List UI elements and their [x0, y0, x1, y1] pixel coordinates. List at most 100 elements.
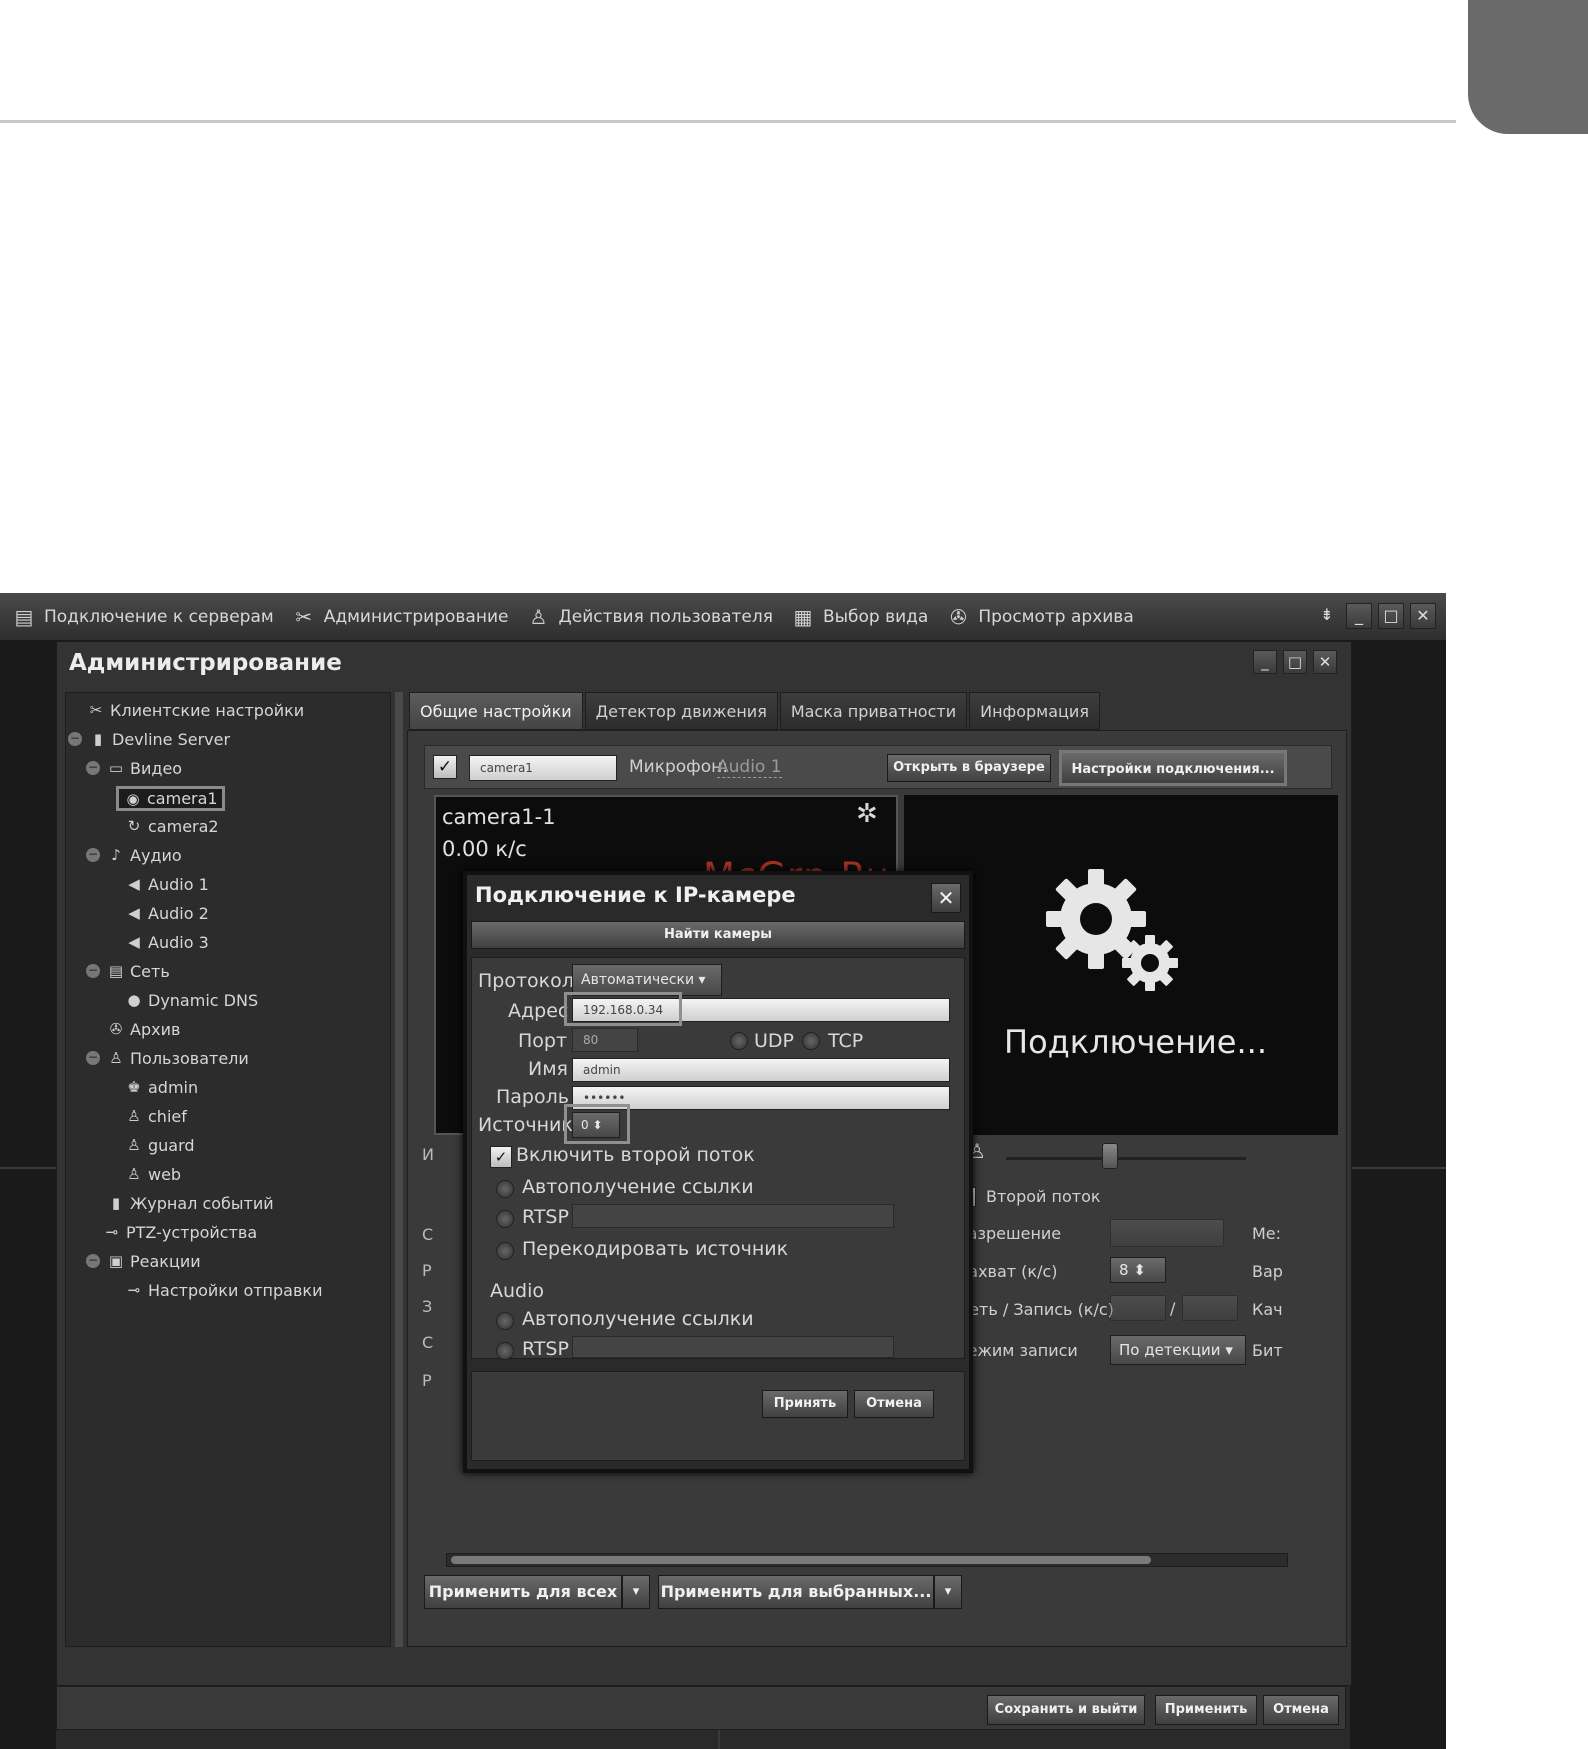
tab-general[interactable]: Общие настройки — [409, 692, 583, 730]
audio-rtsp-url-field[interactable] — [572, 1336, 894, 1358]
apply-selected-button[interactable]: Применить для выбранных... — [658, 1575, 934, 1609]
udp-radio[interactable] — [730, 1032, 748, 1050]
tab-information[interactable]: Информация — [969, 692, 1100, 730]
background-video-right — [1350, 641, 1446, 1749]
mic-label: Микрофон: — [629, 757, 728, 777]
dialog-apply-button[interactable]: Принять — [762, 1390, 848, 1418]
tree-item-reactions[interactable]: − ▣ Реакции — [86, 1248, 201, 1274]
send-icon: ⊸ — [127, 1281, 141, 1299]
tree-item-user-admin[interactable]: ♚ admin — [124, 1074, 198, 1100]
tree-item-camera2[interactable]: ↻ camera2 — [124, 813, 219, 839]
hidden-label-fragment: Р — [422, 1261, 432, 1280]
apply-button[interactable]: Применить — [1155, 1695, 1257, 1725]
audio-rtsp-radio[interactable] — [496, 1342, 514, 1360]
audio-rtsp-label: RTSP — [522, 1338, 569, 1360]
menu-view-select[interactable]: ▦ Выбор вида — [791, 606, 928, 628]
minimize-button[interactable]: _ — [1253, 650, 1277, 674]
speaker-icon: ◀ — [128, 933, 140, 951]
speaker-icon: ◀ — [128, 904, 140, 922]
audio-section-header: Audio — [490, 1280, 545, 1302]
tree-item-users[interactable]: − ♙ Пользователи — [86, 1045, 249, 1071]
tree-item-send-settings[interactable]: ⊸ Настройки отправки — [124, 1277, 323, 1303]
rtsp-url-field[interactable] — [572, 1204, 894, 1228]
ptz-icon: ⊸ — [105, 1223, 119, 1241]
apply-all-dropdown[interactable]: ▾ — [622, 1575, 650, 1609]
tree-item-ddns[interactable]: ● Dynamic DNS — [124, 987, 258, 1013]
pin-icon[interactable]: ⇟ — [1314, 603, 1340, 629]
menu-server-connect[interactable]: ▤ Подключение к серверам — [12, 606, 274, 628]
tree-item-audio[interactable]: − ♪ Аудио — [86, 842, 182, 868]
server-icon: ▮ — [93, 730, 103, 748]
tree-item-ptz[interactable]: ⊸ PTZ-устройства — [102, 1219, 257, 1245]
maximize-button[interactable]: □ — [1283, 650, 1307, 674]
audio-icon: ♪ — [111, 846, 121, 864]
tree-item-audio3[interactable]: ◀ Audio 3 — [124, 929, 209, 955]
audio-auto-link-radio[interactable] — [496, 1312, 514, 1330]
stream-name: camera1-1 — [442, 805, 556, 829]
close-button[interactable]: ✕ — [1410, 603, 1436, 629]
second-stream-checkbox[interactable]: ✓ — [490, 1146, 512, 1168]
collapse-icon[interactable]: − — [86, 761, 100, 775]
tab-motion-detector[interactable]: Детектор движения — [584, 692, 778, 730]
tree-item-video[interactable]: − ▭ Видео — [86, 755, 182, 781]
volume-slider-track[interactable] — [1006, 1157, 1246, 1160]
mic-select[interactable]: Audio 1 — [717, 757, 782, 778]
rec-fps-stepper[interactable] — [1182, 1295, 1238, 1321]
scrollbar-thumb[interactable] — [451, 1556, 1151, 1564]
auto-link-label: Автополучение ссылки — [522, 1176, 754, 1198]
auto-link-radio[interactable] — [496, 1180, 514, 1198]
menu-administration[interactable]: ✂ Администрирование — [292, 606, 508, 628]
port-field[interactable]: 80 — [572, 1028, 638, 1052]
cutoff-label: Вар — [1252, 1262, 1283, 1281]
tree-item-camera1[interactable]: ◉ camera1 — [116, 781, 225, 815]
collapse-icon[interactable]: − — [86, 1051, 100, 1065]
tcp-radio[interactable] — [802, 1032, 820, 1050]
tree-item-server[interactable]: − ▮ Devline Server — [68, 726, 230, 752]
menu-user-actions[interactable]: ♙ Действия пользователя — [526, 606, 773, 628]
rec-mode-select[interactable]: По детекции ▾ — [1110, 1335, 1246, 1365]
dialog-cancel-button[interactable]: Отмена — [854, 1390, 934, 1418]
tree-item-audio2[interactable]: ◀ Audio 2 — [124, 900, 209, 926]
volume-slider-handle[interactable] — [1102, 1143, 1118, 1169]
resolution-select[interactable] — [1110, 1219, 1224, 1247]
username-field[interactable]: admin — [572, 1058, 950, 1082]
splitter-handle[interactable] — [395, 692, 403, 1647]
camera-enabled-checkbox[interactable]: ✓ — [433, 755, 457, 779]
horizontal-scrollbar[interactable] — [446, 1553, 1288, 1567]
collapse-icon[interactable]: − — [68, 732, 82, 746]
rtsp-radio[interactable] — [496, 1210, 514, 1228]
minimize-button[interactable]: _ — [1346, 603, 1372, 629]
film-icon: ✇ — [949, 604, 967, 629]
close-button[interactable]: ✕ — [1313, 650, 1337, 674]
menu-archive-view[interactable]: ✇ Просмотр архива — [946, 604, 1134, 629]
monitor-icon: ▭ — [108, 759, 124, 777]
dialog-close-button[interactable]: ✕ — [931, 883, 961, 913]
apply-all-button[interactable]: Применить для всех — [424, 1575, 622, 1609]
save-and-exit-button[interactable]: Сохранить и выйти — [987, 1695, 1145, 1725]
tree-item-client-settings[interactable]: ✂ Клиентские настройки — [86, 697, 304, 723]
gear-icon[interactable]: ✲ — [856, 799, 878, 829]
tree-item-user-web[interactable]: ♙ web — [124, 1161, 181, 1187]
transcode-radio[interactable] — [496, 1242, 514, 1260]
tree-item-network[interactable]: − ▤ Сеть — [86, 958, 170, 984]
tree-item-audio1[interactable]: ◀ Audio 1 — [124, 871, 209, 897]
camera-name-field[interactable]: camera1 — [469, 755, 617, 781]
tree-item-archive[interactable]: ✇ Архив — [106, 1016, 181, 1042]
chapter-tab — [1468, 0, 1588, 134]
apply-selected-dropdown[interactable]: ▾ — [934, 1575, 962, 1609]
tree-item-user-guard[interactable]: ♙ guard — [124, 1132, 194, 1158]
tab-privacy-mask[interactable]: Маска приватности — [779, 692, 968, 730]
cancel-button[interactable]: Отмена — [1263, 1695, 1339, 1725]
find-cameras-button[interactable]: Найти камеры — [471, 921, 965, 949]
tree-item-event-log[interactable]: ▮ Журнал событий — [106, 1190, 274, 1216]
capture-stepper[interactable]: 8 ⬍ — [1110, 1257, 1166, 1283]
connection-settings-button[interactable]: Настройки подключения... — [1059, 750, 1287, 786]
open-in-browser-button[interactable]: Открыть в браузере — [887, 754, 1051, 782]
net-fps-stepper[interactable] — [1110, 1295, 1166, 1321]
tree-item-user-chief[interactable]: ♙ chief — [124, 1103, 187, 1129]
maximize-button[interactable]: □ — [1378, 603, 1404, 629]
hidden-label-fragment: С — [422, 1333, 434, 1352]
collapse-icon[interactable]: − — [86, 964, 100, 978]
collapse-icon[interactable]: − — [86, 1254, 100, 1268]
collapse-icon[interactable]: − — [86, 848, 100, 862]
